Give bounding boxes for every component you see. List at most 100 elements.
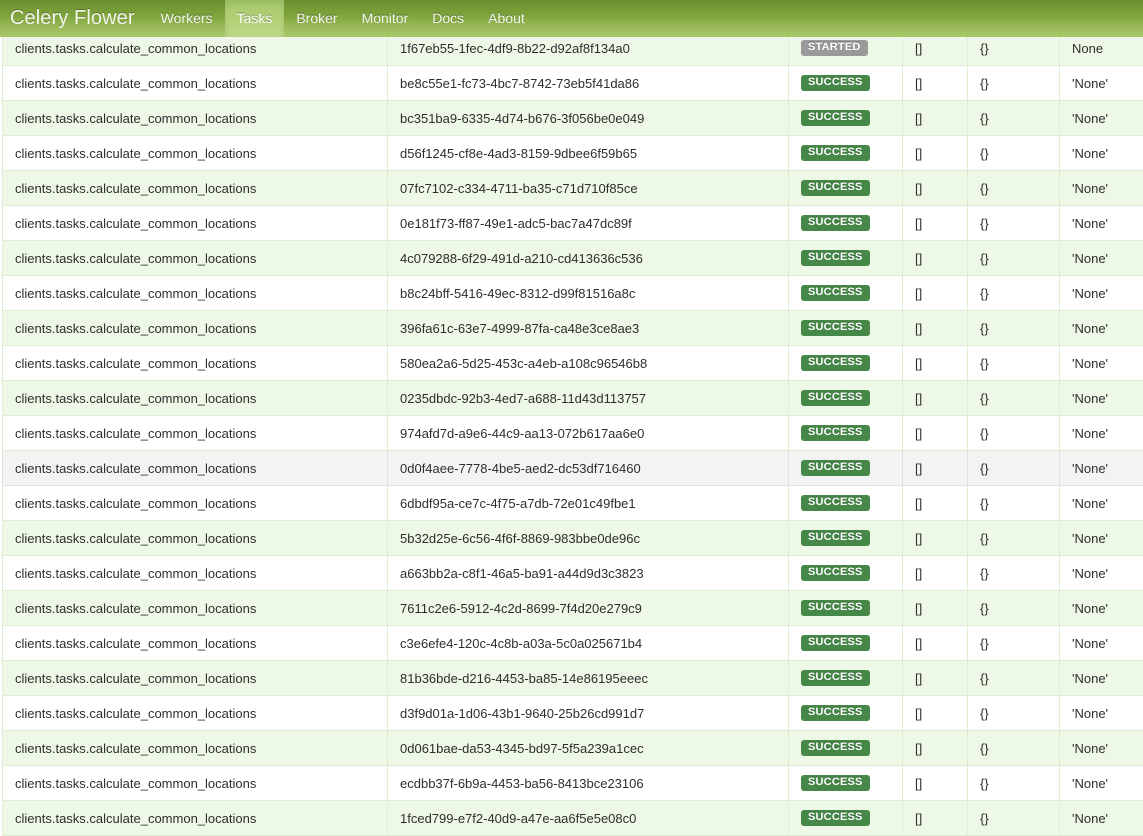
table-row[interactable]: clients.tasks.calculate_common_locations… bbox=[3, 136, 1143, 171]
task-args-cell: [] bbox=[903, 241, 968, 276]
status-badge: SUCCESS bbox=[801, 495, 870, 512]
task-uuid-cell[interactable]: 4c079288-6f29-491d-a210-cd413636c536 bbox=[388, 241, 789, 276]
nav-item-workers[interactable]: Workers bbox=[149, 0, 225, 37]
task-kwargs-cell: {} bbox=[968, 346, 1060, 381]
task-args-cell: [] bbox=[903, 206, 968, 241]
table-row[interactable]: clients.tasks.calculate_common_locations… bbox=[3, 416, 1143, 451]
task-name-cell: clients.tasks.calculate_common_locations bbox=[3, 416, 388, 451]
task-args-cell: [] bbox=[903, 556, 968, 591]
table-row[interactable]: clients.tasks.calculate_common_locations… bbox=[3, 171, 1143, 206]
task-uuid-cell[interactable]: 1fced799-e7f2-40d9-a47e-aa6f5e5e08c0 bbox=[388, 801, 789, 836]
task-uuid-cell[interactable]: 6dbdf95a-ce7c-4f75-a7db-72e01c49fbe1 bbox=[388, 486, 789, 521]
task-args-cell: [] bbox=[903, 626, 968, 661]
nav-item-about[interactable]: About bbox=[476, 0, 537, 37]
task-result-cell: 'None' bbox=[1060, 451, 1143, 486]
task-name-cell: clients.tasks.calculate_common_locations bbox=[3, 766, 388, 801]
table-row[interactable]: clients.tasks.calculate_common_locations… bbox=[3, 521, 1143, 556]
table-row[interactable]: clients.tasks.calculate_common_locations… bbox=[3, 486, 1143, 521]
task-name-cell: clients.tasks.calculate_common_locations bbox=[3, 206, 388, 241]
task-result-cell: 'None' bbox=[1060, 66, 1143, 101]
table-row[interactable]: clients.tasks.calculate_common_locations… bbox=[3, 276, 1143, 311]
task-uuid-cell[interactable]: d3f9d01a-1d06-43b1-9640-25b26cd991d7 bbox=[388, 696, 789, 731]
status-badge: SUCCESS bbox=[801, 285, 870, 302]
task-uuid-cell[interactable]: be8c55e1-fc73-4bc7-8742-73eb5f41da86 bbox=[388, 66, 789, 101]
task-state-cell: SUCCESS bbox=[789, 276, 903, 311]
task-kwargs-cell: {} bbox=[968, 276, 1060, 311]
task-result-cell: 'None' bbox=[1060, 241, 1143, 276]
task-kwargs-cell: {} bbox=[968, 731, 1060, 766]
tasks-table-body: clients.tasks.calculate_common_locations… bbox=[3, 31, 1143, 836]
task-state-cell: SUCCESS bbox=[789, 521, 903, 556]
task-uuid-cell[interactable]: ecdbb37f-6b9a-4453-ba56-8413bce23106 bbox=[388, 766, 789, 801]
table-row[interactable]: clients.tasks.calculate_common_locations… bbox=[3, 556, 1143, 591]
task-name-cell: clients.tasks.calculate_common_locations bbox=[3, 381, 388, 416]
task-kwargs-cell: {} bbox=[968, 136, 1060, 171]
task-uuid-cell[interactable]: 7611c2e6-5912-4c2d-8699-7f4d20e279c9 bbox=[388, 591, 789, 626]
task-uuid-cell[interactable]: 974afd7d-a9e6-44c9-aa13-072b617aa6e0 bbox=[388, 416, 789, 451]
table-row[interactable]: clients.tasks.calculate_common_locations… bbox=[3, 381, 1143, 416]
task-kwargs-cell: {} bbox=[968, 766, 1060, 801]
table-row[interactable]: clients.tasks.calculate_common_locations… bbox=[3, 66, 1143, 101]
task-state-cell: SUCCESS bbox=[789, 556, 903, 591]
table-row[interactable]: clients.tasks.calculate_common_locations… bbox=[3, 626, 1143, 661]
task-uuid-cell[interactable]: 07fc7102-c334-4711-ba35-c71d710f85ce bbox=[388, 171, 789, 206]
table-row[interactable]: clients.tasks.calculate_common_locations… bbox=[3, 766, 1143, 801]
table-row[interactable]: clients.tasks.calculate_common_locations… bbox=[3, 661, 1143, 696]
task-args-cell: [] bbox=[903, 136, 968, 171]
task-kwargs-cell: {} bbox=[968, 661, 1060, 696]
task-state-cell: SUCCESS bbox=[789, 241, 903, 276]
task-result-cell: 'None' bbox=[1060, 381, 1143, 416]
nav-item-broker[interactable]: Broker bbox=[284, 0, 349, 37]
table-row[interactable]: clients.tasks.calculate_common_locations… bbox=[3, 696, 1143, 731]
task-uuid-cell[interactable]: 0e181f73-ff87-49e1-adc5-bac7a47dc89f bbox=[388, 206, 789, 241]
task-args-cell: [] bbox=[903, 276, 968, 311]
nav-item-tasks[interactable]: Tasks bbox=[225, 0, 285, 37]
nav-item-monitor[interactable]: Monitor bbox=[350, 0, 421, 37]
task-kwargs-cell: {} bbox=[968, 556, 1060, 591]
status-badge: SUCCESS bbox=[801, 75, 870, 92]
task-name-cell: clients.tasks.calculate_common_locations bbox=[3, 486, 388, 521]
task-uuid-cell[interactable]: b8c24bff-5416-49ec-8312-d99f81516a8c bbox=[388, 276, 789, 311]
task-uuid-cell[interactable]: 0d0f4aee-7778-4be5-aed2-dc53df716460 bbox=[388, 451, 789, 486]
task-result-cell: 'None' bbox=[1060, 346, 1143, 381]
task-result-cell: 'None' bbox=[1060, 416, 1143, 451]
task-kwargs-cell: {} bbox=[968, 101, 1060, 136]
task-uuid-cell[interactable]: 580ea2a6-5d25-453c-a4eb-a108c96546b8 bbox=[388, 346, 789, 381]
table-row[interactable]: clients.tasks.calculate_common_locations… bbox=[3, 451, 1143, 486]
task-name-cell: clients.tasks.calculate_common_locations bbox=[3, 101, 388, 136]
task-uuid-cell[interactable]: d56f1245-cf8e-4ad3-8159-9dbee6f59b65 bbox=[388, 136, 789, 171]
task-uuid-cell[interactable]: a663bb2a-c8f1-46a5-ba91-a44d9d3c3823 bbox=[388, 556, 789, 591]
task-result-cell: 'None' bbox=[1060, 801, 1143, 836]
table-row[interactable]: clients.tasks.calculate_common_locations… bbox=[3, 801, 1143, 836]
status-badge: SUCCESS bbox=[801, 740, 870, 757]
tasks-table: clients.tasks.calculate_common_locations… bbox=[2, 30, 1143, 836]
task-args-cell: [] bbox=[903, 731, 968, 766]
task-state-cell: SUCCESS bbox=[789, 206, 903, 241]
task-args-cell: [] bbox=[903, 416, 968, 451]
task-uuid-cell[interactable]: 5b32d25e-6c56-4f6f-8869-983bbe0de96c bbox=[388, 521, 789, 556]
status-badge: SUCCESS bbox=[801, 320, 870, 337]
task-result-cell: 'None' bbox=[1060, 661, 1143, 696]
table-row[interactable]: clients.tasks.calculate_common_locations… bbox=[3, 101, 1143, 136]
task-uuid-cell[interactable]: bc351ba9-6335-4d74-b676-3f056be0e049 bbox=[388, 101, 789, 136]
nav-item-docs[interactable]: Docs bbox=[420, 0, 476, 37]
status-badge: STARTED bbox=[801, 40, 868, 57]
task-kwargs-cell: {} bbox=[968, 241, 1060, 276]
table-row[interactable]: clients.tasks.calculate_common_locations… bbox=[3, 731, 1143, 766]
task-uuid-cell[interactable]: 0235dbdc-92b3-4ed7-a688-11d43d113757 bbox=[388, 381, 789, 416]
task-uuid-cell[interactable]: 0d061bae-da53-4345-bd97-5f5a239a1cec bbox=[388, 731, 789, 766]
table-row[interactable]: clients.tasks.calculate_common_locations… bbox=[3, 206, 1143, 241]
table-row[interactable]: clients.tasks.calculate_common_locations… bbox=[3, 241, 1143, 276]
task-uuid-cell[interactable]: 81b36bde-d216-4453-ba85-14e86195eeec bbox=[388, 661, 789, 696]
task-uuid-cell[interactable]: c3e6efe4-120c-4c8b-a03a-5c0a025671b4 bbox=[388, 626, 789, 661]
table-row[interactable]: clients.tasks.calculate_common_locations… bbox=[3, 311, 1143, 346]
table-row[interactable]: clients.tasks.calculate_common_locations… bbox=[3, 591, 1143, 626]
task-uuid-cell[interactable]: 396fa61c-63e7-4999-87fa-ca48e3ce8ae3 bbox=[388, 311, 789, 346]
task-kwargs-cell: {} bbox=[968, 451, 1060, 486]
task-state-cell: SUCCESS bbox=[789, 801, 903, 836]
task-result-cell: 'None' bbox=[1060, 731, 1143, 766]
table-row[interactable]: clients.tasks.calculate_common_locations… bbox=[3, 346, 1143, 381]
brand-logo[interactable]: Celery Flower bbox=[0, 0, 149, 37]
task-args-cell: [] bbox=[903, 486, 968, 521]
status-badge: SUCCESS bbox=[801, 775, 870, 792]
